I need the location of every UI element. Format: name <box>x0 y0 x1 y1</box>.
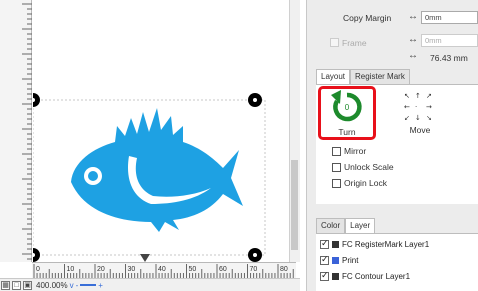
horizontal-arrows-icon-3: ↔ <box>408 50 418 61</box>
unlock-scale-label: Unlock Scale <box>344 162 394 172</box>
zoom-dropdown-icon[interactable]: v <box>70 281 74 290</box>
origin-lock-option[interactable]: Origin Lock <box>332 178 387 188</box>
tab-color[interactable]: Color <box>316 218 346 233</box>
design-canvas[interactable] <box>26 0 289 262</box>
svg-text:↓: ↓ <box>415 114 421 122</box>
horizontal-ruler: 0 10 20 30 40 50 60 70 80 <box>32 262 296 279</box>
ruler-label: 80 <box>280 266 288 273</box>
ruler-label: 30 <box>128 266 136 273</box>
layer-name: FC Contour Layer1 <box>342 271 411 281</box>
layer-row[interactable]: FC Contour Layer1 <box>320 269 468 283</box>
layer-color-swatch <box>332 256 339 264</box>
tab-register-mark[interactable]: Register Mark <box>350 69 410 84</box>
horizontal-arrows-icon-2: ↔ <box>408 34 418 45</box>
ruler-label: 0 <box>36 266 40 273</box>
move-label: Move <box>409 125 431 135</box>
ruler-label: 60 <box>219 266 227 273</box>
ruler-label: 10 <box>67 266 75 273</box>
svg-text:←: ← <box>404 103 410 111</box>
frame-checkbox[interactable] <box>330 38 339 47</box>
layer-visibility-checkbox[interactable] <box>320 270 329 281</box>
svg-text:↙: ↙ <box>404 114 410 122</box>
mirror-checkbox[interactable] <box>332 146 341 156</box>
move-button[interactable]: ↖ ↑ ↗ ← · → ↙ ↓ ↘ Move <box>398 90 442 136</box>
svg-text:→: → <box>426 103 432 111</box>
ruler-label: 50 <box>189 266 197 273</box>
svg-text:↑: ↑ <box>415 92 421 100</box>
origin-lock-label: Origin Lock <box>344 178 387 188</box>
turn-counter: 0 <box>345 103 350 112</box>
svg-text:↖: ↖ <box>404 92 410 100</box>
zoom-out-button[interactable]: - <box>76 281 79 290</box>
view-fit-icon[interactable]: ▣ <box>23 280 32 290</box>
layer-visibility-checkbox[interactable] <box>320 238 329 249</box>
unlock-scale-option[interactable]: Unlock Scale <box>332 162 394 172</box>
ruler-label: 20 <box>97 266 105 273</box>
horizontal-arrows-icon: ↔ <box>408 11 418 22</box>
zoom-in-button[interactable]: + <box>98 281 103 290</box>
tab-layout[interactable]: Layout <box>316 69 351 84</box>
svg-text:↘: ↘ <box>426 114 432 122</box>
vertical-ruler-ticks <box>22 3 32 260</box>
turn-label: Turn <box>338 127 356 137</box>
layer-row[interactable]: Print <box>320 253 468 267</box>
scrollbar-thumb[interactable] <box>291 160 298 250</box>
mirror-label: Mirror <box>344 146 367 156</box>
svg-text:↗: ↗ <box>426 92 432 100</box>
vertical-ruler <box>0 0 32 262</box>
status-bar: ▦ □ ▣ 400.00% v - + <box>0 278 300 291</box>
layer-color-swatch <box>332 240 339 248</box>
layer-name: Print <box>342 255 359 265</box>
frame-readout: 76.43 mm <box>430 53 468 63</box>
copy-margin-field[interactable]: 0mm <box>421 11 478 24</box>
horizontal-ruler-ticks: 0 10 20 30 40 50 60 70 80 <box>33 264 294 279</box>
zoom-level[interactable]: 400.00% <box>36 281 68 290</box>
ruler-label: 70 <box>250 266 258 273</box>
center-marker-icon <box>140 254 150 262</box>
ruler-label: 40 <box>158 266 166 273</box>
layer-row[interactable]: FC RegisterMark Layer1 <box>320 237 468 251</box>
view-page-icon[interactable]: □ <box>12 280 21 290</box>
layer-visibility-checkbox[interactable] <box>320 254 329 265</box>
layer-color-swatch <box>332 272 339 280</box>
rotate-icon: 0 <box>331 90 362 122</box>
layer-tab-strip: Color Layer <box>316 218 376 233</box>
frame-label: Frame <box>342 38 367 48</box>
tab-layer[interactable]: Layer <box>345 218 376 233</box>
unlock-scale-checkbox[interactable] <box>332 162 341 172</box>
mirror-option[interactable]: Mirror <box>332 146 366 156</box>
fish-design[interactable] <box>71 108 243 232</box>
view-grid-icon[interactable]: ▦ <box>1 280 10 290</box>
origin-lock-checkbox[interactable] <box>332 178 341 188</box>
turn-button[interactable]: 0 Turn <box>322 88 372 137</box>
canvas-svg <box>26 93 266 262</box>
svg-text:·: · <box>415 103 417 111</box>
layout-tab-strip: Layout Register Mark <box>316 69 410 84</box>
copy-margin-label: Copy Margin <box>343 13 392 23</box>
frame-field[interactable]: 0mm <box>421 34 478 47</box>
zoom-slider[interactable] <box>80 284 97 286</box>
layer-name: FC RegisterMark Layer1 <box>342 239 430 249</box>
fish-eye <box>88 171 98 181</box>
move-arrows-icon: ↖ ↑ ↗ ← · → ↙ ↓ ↘ <box>404 92 432 122</box>
